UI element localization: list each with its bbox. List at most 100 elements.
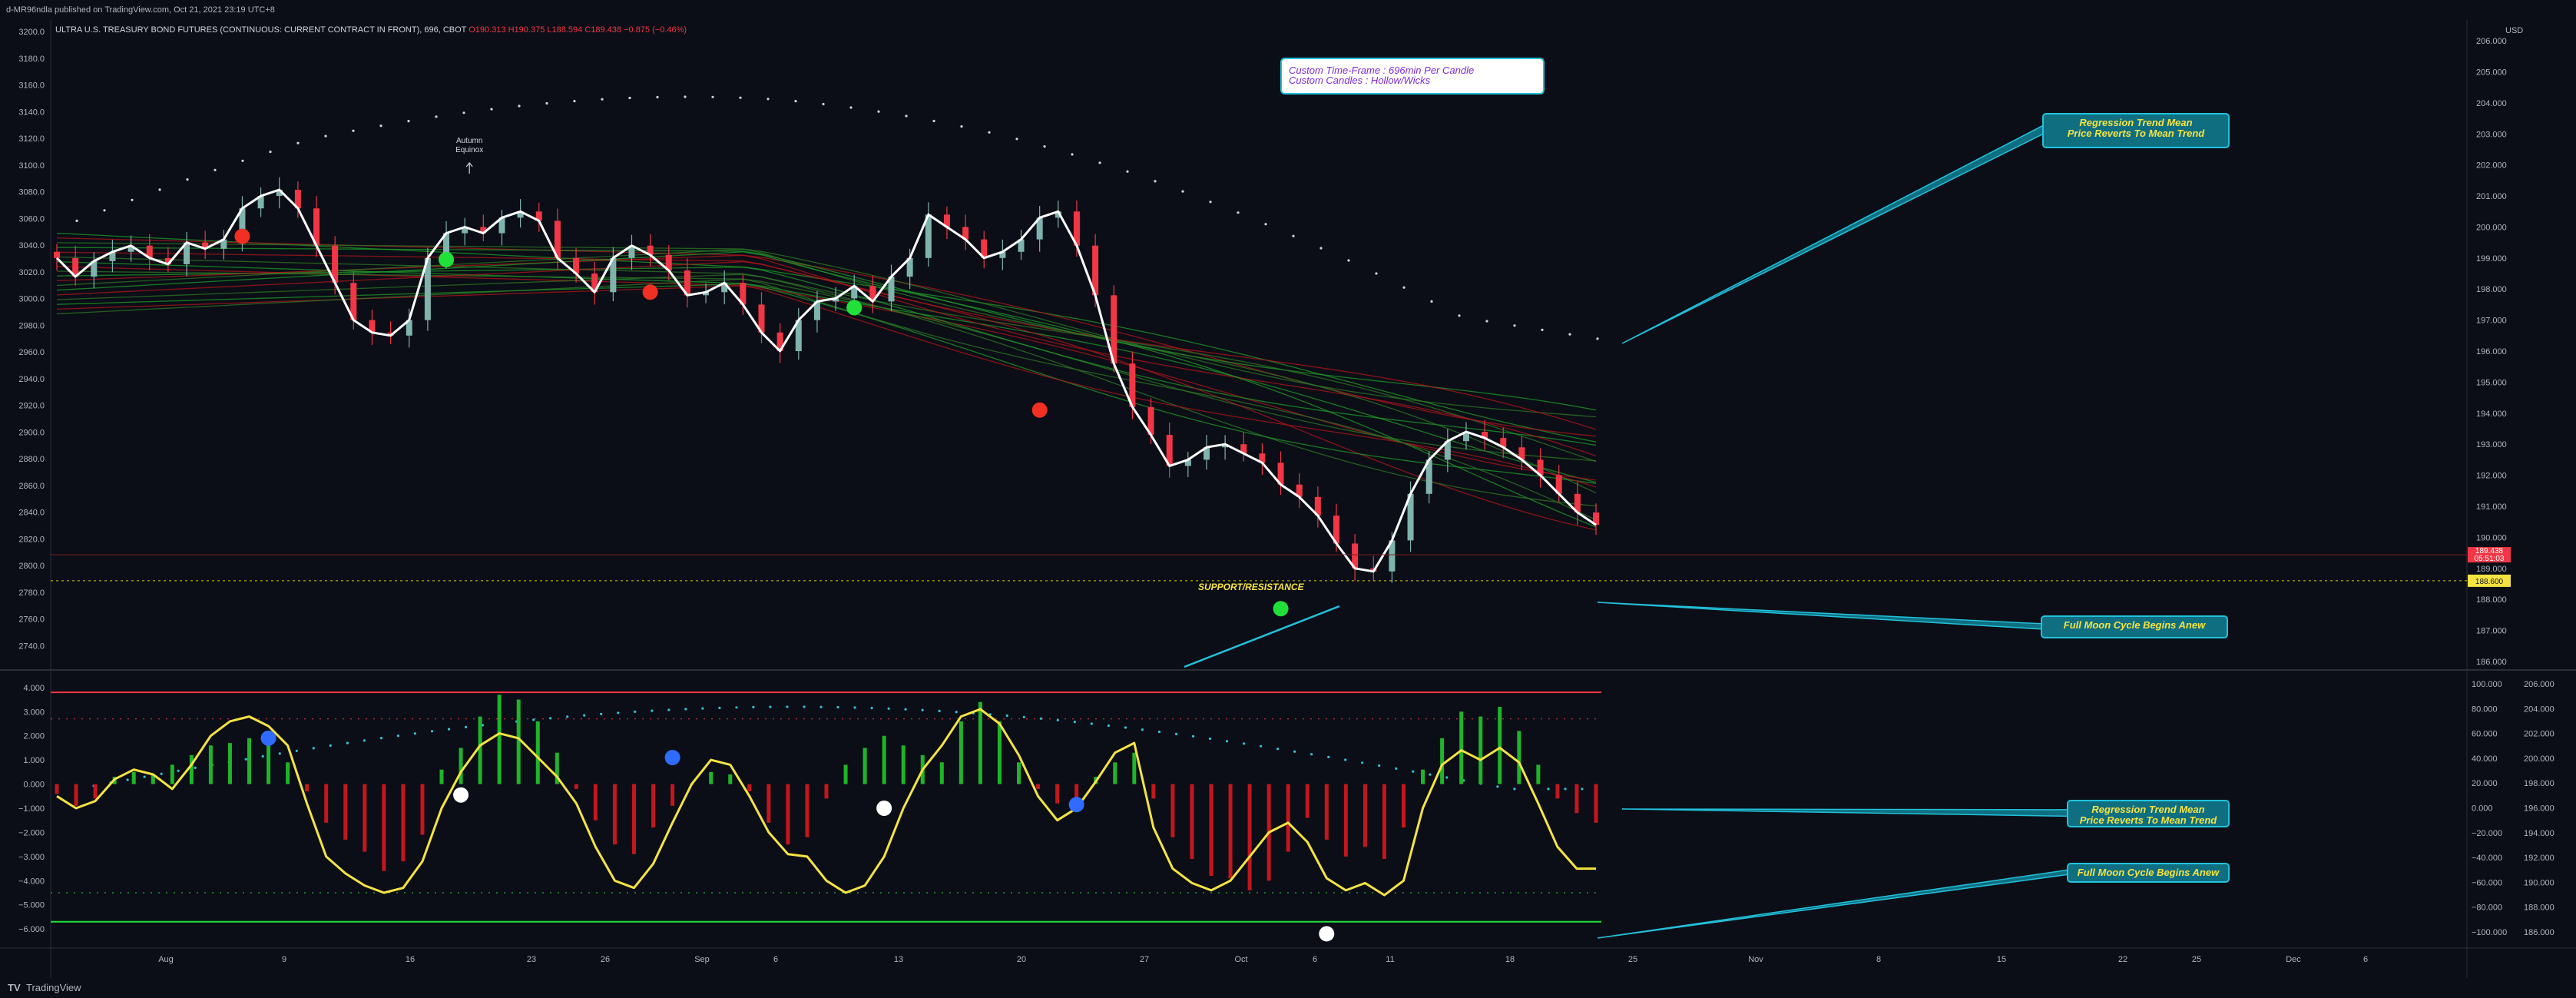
osc-cycle-dot	[413, 732, 417, 735]
histogram-bar-positive	[1536, 764, 1541, 784]
annotation-text: Equinox	[455, 146, 483, 154]
histogram-bar-positive	[189, 754, 194, 784]
left-price-tick: 3000.0	[18, 295, 45, 304]
regression-mean-dot	[1181, 190, 1184, 193]
osc-cycle-dot	[853, 706, 856, 709]
regression-mean-dot	[1154, 180, 1157, 183]
osc-cycle-dot	[396, 734, 400, 738]
histogram-bar-positive	[286, 762, 290, 784]
histogram-bar-negative	[1324, 784, 1329, 840]
regression-mean-dot	[352, 129, 355, 132]
callout-fullmoon-bottom-text: Full Moon Cycle Begins Anew	[2078, 867, 2220, 878]
histogram-bar-negative	[786, 784, 790, 845]
osc-right-tick: −40.000	[2472, 854, 2502, 863]
right-price-tick: 198.000	[2476, 285, 2507, 294]
ohlc-high: H190.375	[508, 25, 548, 35]
osc-cycle-dot	[295, 749, 298, 752]
regression-mean-dot	[1375, 272, 1378, 275]
histogram-bar-positive	[459, 748, 463, 784]
regression-mean-dot	[1319, 247, 1323, 250]
regression-mean-dot	[905, 114, 908, 118]
osc-cycle-dot	[735, 706, 738, 709]
osc-cycle-dot	[786, 705, 789, 708]
regression-mean-dot	[1402, 286, 1406, 289]
histogram-bar-negative	[1343, 784, 1348, 857]
left-price-tick: 2980.0	[18, 321, 45, 330]
left-price-tick: 2900.0	[18, 428, 45, 437]
callout-fullmoon-top-pointer	[1597, 602, 2042, 630]
osc-left-tick: −4.000	[18, 877, 45, 886]
histogram-bar-negative	[767, 784, 771, 823]
osc-right-tick-b: 204.000	[2524, 705, 2554, 714]
time-axis-tick: 16	[406, 955, 415, 964]
right-price-tick: 200.000	[2476, 223, 2507, 232]
left-price-tick: 2920.0	[18, 402, 45, 411]
time-axis-tick: 8	[1876, 955, 1881, 964]
osc-cycle-dot	[1547, 787, 1550, 791]
regression-mean-dot	[296, 141, 300, 144]
osc-cycle-dot	[1073, 721, 1076, 724]
left-price-tick: 2740.0	[18, 642, 45, 651]
left-price-tick: 3200.0	[18, 28, 45, 37]
ribbon-line	[56, 267, 1597, 446]
regression-mean-dot	[794, 100, 797, 103]
osc-cycle-dot	[836, 705, 839, 709]
right-price-tick: 202.000	[2476, 161, 2507, 171]
osc-cycle-dot	[819, 705, 823, 708]
histogram-bar-negative	[382, 784, 386, 871]
osc-right-tick-b: 192.000	[2524, 854, 2554, 863]
regression-mean-dot	[75, 219, 78, 222]
histogram-bar-negative	[1305, 784, 1310, 818]
osc-cycle-dot	[1141, 728, 1144, 731]
regression-mean-dot	[1071, 153, 1074, 156]
osc-right-tick-b: 206.000	[2524, 680, 2554, 689]
left-price-tick: 3160.0	[18, 81, 45, 91]
histogram-bar-negative	[1555, 784, 1560, 799]
regression-mean-dot	[711, 95, 714, 98]
left-price-tick: 3140.0	[18, 108, 45, 117]
osc-cycle-dot	[177, 769, 180, 772]
histogram-bar-positive	[1459, 711, 1464, 784]
regression-mean-dot	[158, 188, 161, 191]
histogram-bar-positive	[959, 721, 963, 784]
osc-cycle-dot	[1344, 758, 1347, 761]
osc-cycle-dot	[1124, 726, 1127, 729]
green-signal-dot	[439, 251, 455, 267]
callout-fullmoon-bottom-pointer	[1597, 869, 2068, 939]
regression-mean-dot	[849, 106, 853, 109]
osc-cycle-dot	[143, 775, 146, 778]
right-price-tick: 192.000	[2476, 472, 2507, 481]
osc-left-tick: 1.000	[23, 756, 45, 765]
histogram-bar-positive	[728, 774, 733, 784]
ohlc-low: L188.594	[547, 25, 584, 35]
osc-cycle-dot	[1243, 742, 1246, 745]
osc-right-tick: −60.000	[2472, 878, 2502, 887]
left-price-tick: 3040.0	[18, 241, 45, 250]
histogram-bar-negative	[1190, 784, 1194, 859]
regression-mean-dot	[1292, 234, 1295, 237]
osc-cycle-dot	[718, 706, 721, 710]
histogram-bar-positive	[247, 738, 251, 784]
left-price-tick: 2820.0	[18, 535, 45, 544]
left-price-tick: 2800.0	[18, 562, 45, 571]
osc-cycle-dot	[1276, 748, 1280, 751]
tradingview-brand[interactable]: TradingView	[26, 982, 81, 993]
callout-regression-top-text: Price Reverts To Mean Trend	[2068, 128, 2206, 139]
histogram-bar-positive	[939, 762, 944, 784]
time-axis-tick: 11	[1386, 955, 1394, 964]
green-signal-dot	[846, 300, 863, 316]
histogram-bar-negative	[612, 784, 617, 845]
regression-mean-dot	[214, 168, 217, 171]
histogram-bar-negative	[1594, 784, 1598, 823]
histogram-bar-negative	[1074, 784, 1079, 799]
symbol-legend: ULTRA U.S. TREASURY BOND FUTURES (CONTIN…	[55, 25, 687, 35]
tradingview-logo[interactable]: TV	[8, 982, 21, 993]
osc-cycle-dot	[1293, 750, 1296, 753]
time-axis-tick: Oct	[1234, 955, 1247, 964]
histogram-bar-positive	[1517, 731, 1521, 784]
osc-right-tick-b: 188.000	[2524, 904, 2554, 913]
chart-area[interactable]: 3200.0 3180.0 3160.0 3140.0 3120.0 3100.0 3080…	[0, 20, 2576, 978]
candle-body	[54, 251, 60, 258]
regression-mean-dot	[628, 96, 631, 100]
regression-mean-dot	[739, 96, 742, 99]
